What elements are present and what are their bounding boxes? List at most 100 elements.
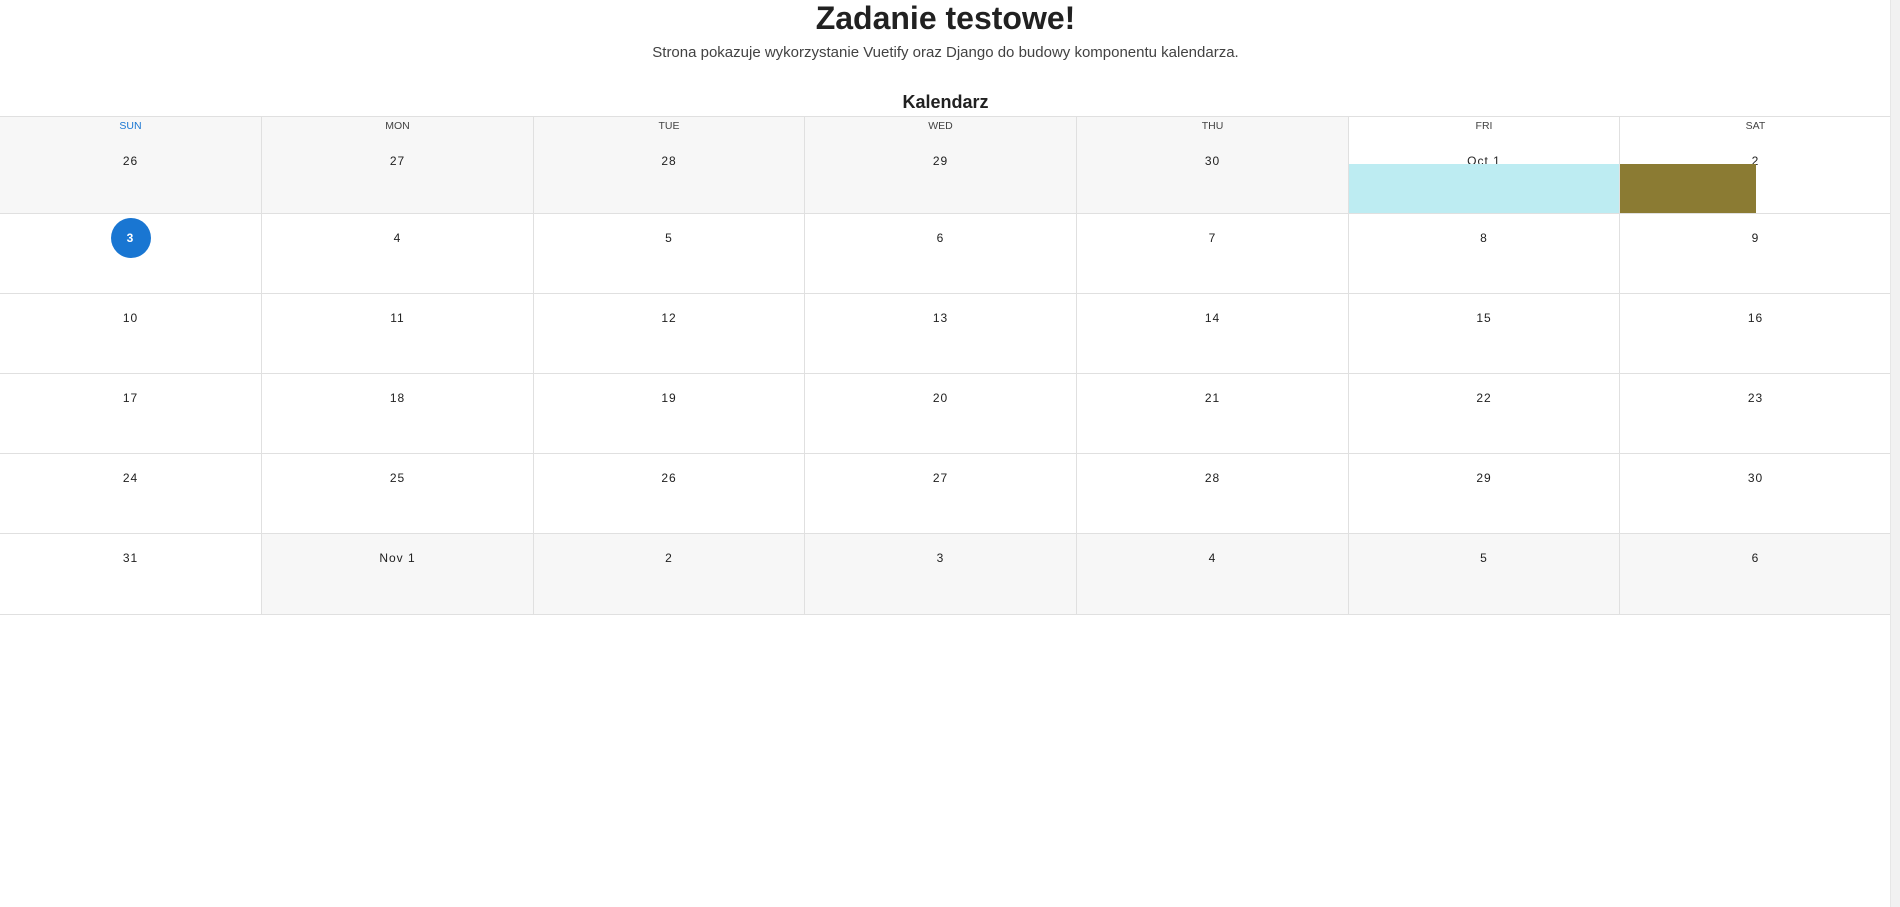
day-number[interactable]: 30	[1736, 458, 1776, 498]
day-number[interactable]: 17	[111, 378, 151, 418]
calendar-day[interactable]: 5	[1349, 534, 1620, 614]
calendar-day[interactable]: 14	[1077, 294, 1349, 373]
calendar-day[interactable]: SAT 2	[1620, 117, 1891, 213]
calendar-day[interactable]: SUN 26	[0, 117, 262, 213]
calendar-day[interactable]: FRI Oct 1	[1349, 117, 1620, 213]
calendar-week: 10 11 12 13 14 15 16	[0, 294, 1891, 374]
calendar-event[interactable]	[1620, 164, 1756, 213]
day-number[interactable]: 28	[649, 141, 689, 181]
day-number[interactable]: 8	[1464, 218, 1504, 258]
calendar-day[interactable]: 7	[1077, 214, 1349, 293]
calendar-day[interactable]: 23	[1620, 374, 1891, 453]
calendar-week: 17 18 19 20 21 22 23	[0, 374, 1891, 454]
calendar-day[interactable]: 31	[0, 534, 262, 614]
day-number[interactable]: 6	[1736, 538, 1776, 578]
page-subtitle: Strona pokazuje wykorzystanie Vuetify or…	[652, 44, 1239, 61]
day-number[interactable]: 27	[921, 458, 961, 498]
calendar-day[interactable]: 4	[1077, 534, 1349, 614]
vertical-scrollbar[interactable]	[1890, 0, 1900, 907]
calendar-day[interactable]: 12	[534, 294, 805, 373]
weekday-label-sun: SUN	[119, 120, 142, 132]
calendar-day[interactable]: 16	[1620, 294, 1891, 373]
calendar-day[interactable]: 25	[262, 454, 534, 533]
day-number[interactable]: 7	[1193, 218, 1233, 258]
weekday-label-fri: FRI	[1475, 120, 1493, 132]
day-number[interactable]: 5	[1464, 538, 1504, 578]
calendar-day[interactable]: TUE 28	[534, 117, 805, 213]
day-number[interactable]: 19	[649, 378, 689, 418]
day-number[interactable]: 4	[1193, 538, 1233, 578]
day-number[interactable]: 14	[1193, 298, 1233, 338]
day-number[interactable]: 2	[649, 538, 689, 578]
day-number[interactable]: 21	[1193, 378, 1233, 418]
day-number[interactable]: 29	[921, 141, 961, 181]
day-number[interactable]: 10	[111, 298, 151, 338]
calendar-day[interactable]: 19	[534, 374, 805, 453]
day-number[interactable]: 28	[1193, 458, 1233, 498]
weekday-label-mon: MON	[385, 120, 410, 132]
calendar-day[interactable]: 8	[1349, 214, 1620, 293]
day-number[interactable]: 31	[111, 538, 151, 578]
page: Zadanie testowe! Strona pokazuje wykorzy…	[0, 0, 1900, 907]
calendar-day[interactable]: 28	[1077, 454, 1349, 533]
today-day-number[interactable]: 3	[110, 218, 151, 258]
day-number[interactable]: 22	[1464, 378, 1504, 418]
day-number[interactable]: 3	[921, 538, 961, 578]
calendar-day[interactable]: 3	[0, 214, 262, 293]
calendar-day[interactable]: 20	[805, 374, 1077, 453]
calendar-day[interactable]: THU 30	[1077, 117, 1349, 213]
day-number[interactable]: 15	[1464, 298, 1504, 338]
day-number[interactable]: 6	[921, 218, 961, 258]
calendar-day[interactable]: 21	[1077, 374, 1349, 453]
day-number[interactable]: 5	[649, 218, 689, 258]
calendar-day[interactable]: 3	[805, 534, 1077, 614]
day-number[interactable]: 13	[921, 298, 961, 338]
calendar-day[interactable]: Nov 1	[262, 534, 534, 614]
calendar-day[interactable]: 13	[805, 294, 1077, 373]
calendar-day[interactable]: 9	[1620, 214, 1891, 293]
calendar-day[interactable]: WED 29	[805, 117, 1077, 213]
calendar-day[interactable]: 30	[1620, 454, 1891, 533]
day-number[interactable]: 23	[1736, 378, 1776, 418]
calendar-title: Kalendarz	[902, 92, 989, 112]
day-number[interactable]: 26	[111, 141, 151, 181]
day-number[interactable]: 9	[1736, 218, 1776, 258]
day-number[interactable]: 27	[378, 141, 418, 181]
calendar-day[interactable]: 6	[1620, 534, 1891, 614]
weekday-label-thu: THU	[1201, 120, 1224, 132]
calendar-day[interactable]: 2	[534, 534, 805, 614]
day-number[interactable]: 11	[378, 298, 418, 338]
calendar-day[interactable]: 24	[0, 454, 262, 533]
day-number[interactable]: Nov 1	[378, 538, 418, 578]
calendar-day[interactable]: 11	[262, 294, 534, 373]
calendar-day[interactable]: 27	[805, 454, 1077, 533]
calendar-day[interactable]: 4	[262, 214, 534, 293]
day-number[interactable]: 4	[378, 218, 418, 258]
main-content: Zadanie testowe! Strona pokazuje wykorzy…	[0, 0, 1891, 615]
calendar-day[interactable]: 10	[0, 294, 262, 373]
calendar-day[interactable]: 6	[805, 214, 1077, 293]
calendar-event[interactable]	[1349, 164, 1619, 213]
calendar-day[interactable]: 29	[1349, 454, 1620, 533]
calendar-month-view: SUN 26 MON 27 TUE 28 WED 29 THU 30 FRI O…	[0, 116, 1891, 615]
calendar-day[interactable]: 18	[262, 374, 534, 453]
day-number[interactable]: 24	[111, 458, 151, 498]
calendar-day[interactable]: 26	[534, 454, 805, 533]
day-number[interactable]: 26	[649, 458, 689, 498]
day-number[interactable]: 16	[1736, 298, 1776, 338]
day-number[interactable]: 12	[649, 298, 689, 338]
day-number[interactable]: 30	[1193, 141, 1233, 181]
calendar-day[interactable]: MON 27	[262, 117, 534, 213]
calendar-day[interactable]: 5	[534, 214, 805, 293]
day-number[interactable]: 25	[378, 458, 418, 498]
calendar-week: SUN 26 MON 27 TUE 28 WED 29 THU 30 FRI O…	[0, 117, 1891, 214]
calendar-week: 31 Nov 1 2 3 4 5 6	[0, 534, 1891, 614]
calendar-day[interactable]: 15	[1349, 294, 1620, 373]
calendar-day[interactable]: 17	[0, 374, 262, 453]
weekday-label-wed: WED	[928, 120, 953, 132]
weekday-label-sat: SAT	[1745, 120, 1766, 132]
day-number[interactable]: 18	[378, 378, 418, 418]
day-number[interactable]: 20	[921, 378, 961, 418]
calendar-day[interactable]: 22	[1349, 374, 1620, 453]
day-number[interactable]: 29	[1464, 458, 1504, 498]
